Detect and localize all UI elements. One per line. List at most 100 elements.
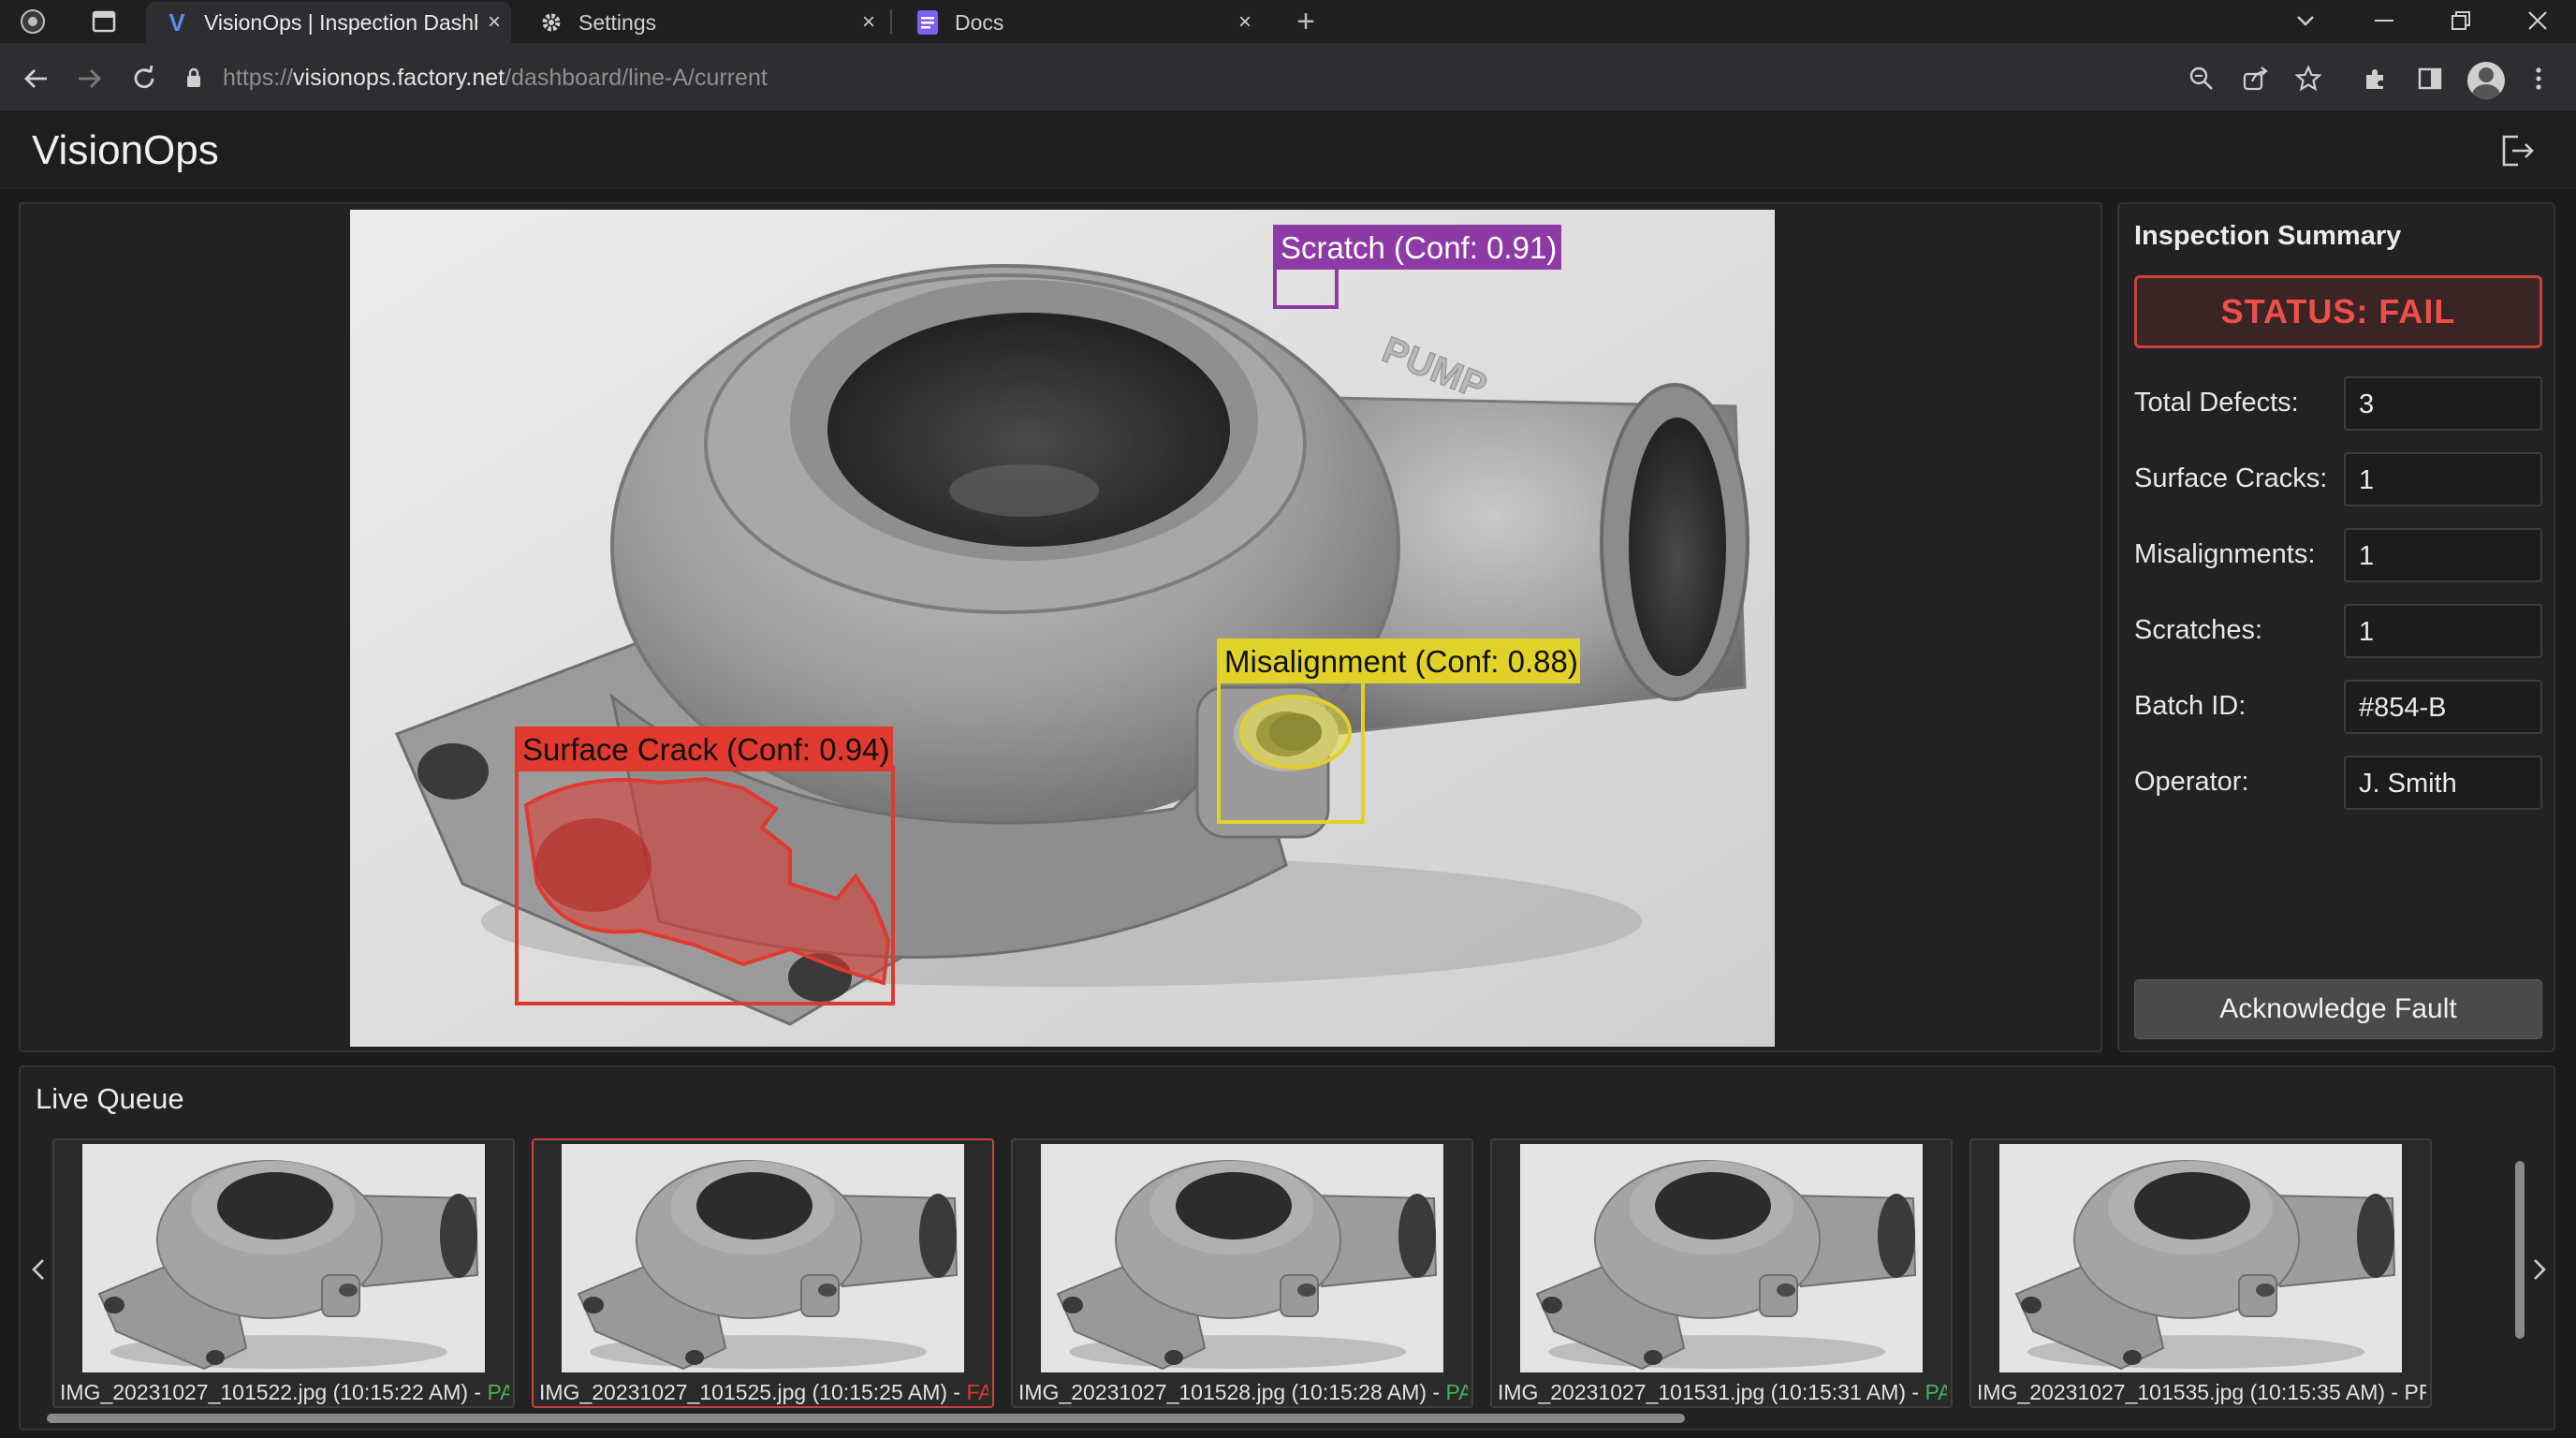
- queue-scroll-left-icon[interactable]: [24, 1251, 52, 1288]
- queue-item-caption: IMG_20231027_101528.jpg (10:15:28 AM) - …: [1018, 1380, 1468, 1405]
- url-field[interactable]: https://visionops.factory.net/dashboard/…: [182, 54, 2241, 101]
- caption-separator: -: [468, 1380, 488, 1404]
- forward-icon[interactable]: [71, 60, 109, 97]
- gear-icon: [537, 8, 565, 37]
- queue-item[interactable]: IMG_20231027_101528.jpg (10:15:28 AM) - …: [1011, 1138, 1473, 1408]
- queue-item-caption: IMG_20231027_101535.jpg (10:15:35 AM) - …: [1977, 1380, 2426, 1405]
- surface-cracks-field[interactable]: 1: [2344, 452, 2542, 506]
- queue-thumbnail: [1520, 1144, 1923, 1372]
- visionops-logo-icon: V: [168, 7, 185, 37]
- tab-docs[interactable]: Docs ×: [897, 2, 1262, 43]
- tab-label: Settings: [578, 9, 657, 35]
- scrollbar-thumb[interactable]: [47, 1414, 1685, 1423]
- share-icon[interactable]: [2237, 60, 2275, 97]
- tab-visionops[interactable]: V VisionOps | Inspection Dashboard ×: [146, 2, 511, 43]
- caption-separator: -: [1906, 1380, 1925, 1404]
- part-thumbnail-image: [1999, 1144, 2402, 1372]
- caption-separator: -: [947, 1380, 967, 1404]
- queue-item-status: PASS: [487, 1380, 510, 1404]
- extensions-icon[interactable]: [2357, 60, 2394, 97]
- queue-item-filename: IMG_20231027_101525.jpg (10:15:25 AM): [539, 1380, 948, 1404]
- total-defects-field[interactable]: 3: [2344, 376, 2542, 431]
- misalignments-field[interactable]: 1: [2344, 528, 2542, 582]
- status-badge: STATUS: FAIL: [2134, 275, 2542, 348]
- row-label: Surface Cracks:: [2134, 463, 2328, 493]
- tab-separator: [890, 9, 892, 34]
- close-tab-icon[interactable]: ×: [1228, 9, 1262, 36]
- profile-avatar[interactable]: [2467, 62, 2505, 99]
- batch-id-field[interactable]: #854-B: [2344, 680, 2542, 734]
- tab-strip: V VisionOps | Inspection Dashboard × Set…: [0, 0, 2576, 43]
- inspection-image[interactable]: PUMP Scratch (Conf: 0.91) Misalignment (…: [350, 210, 1775, 1047]
- row-label: Scratches:: [2134, 615, 2262, 645]
- queue-item[interactable]: IMG_20231027_101531.jpg (10:15:31 AM) - …: [1490, 1138, 1953, 1408]
- back-icon[interactable]: [17, 60, 54, 97]
- scratches-field[interactable]: 1: [2344, 604, 2542, 658]
- zoom-icon[interactable]: [2183, 60, 2220, 97]
- summary-row-total-defects: Total Defects: 3: [2134, 376, 2542, 431]
- queue-item-caption: IMG_20231027_101531.jpg (10:15:31 AM) - …: [1498, 1380, 1947, 1405]
- docs-icon: [914, 8, 942, 37]
- lock-icon[interactable]: [182, 66, 206, 90]
- restore-icon[interactable]: [2428, 0, 2494, 41]
- close-window-icon[interactable]: [2505, 0, 2570, 41]
- browser-menu-dots-icon[interactable]: [2520, 60, 2557, 97]
- queue-item-status: PASS: [1925, 1380, 1948, 1404]
- queue-item-caption: IMG_20231027_101525.jpg (10:15:25 AM) - …: [539, 1380, 988, 1405]
- queue-thumbnail: [82, 1144, 485, 1372]
- queue-item-filename: IMG_20231027_101531.jpg (10:15:31 AM): [1498, 1380, 1907, 1404]
- queue-vertical-scrollbar[interactable]: [2512, 1142, 2525, 1395]
- scrollbar-thumb[interactable]: [2515, 1161, 2525, 1339]
- caption-separator: -: [2385, 1380, 2405, 1404]
- logout-icon[interactable]: [2499, 133, 2540, 170]
- summary-row-surface-cracks: Surface Cracks: 1: [2134, 452, 2542, 506]
- summary-row-batch-id: Batch ID: #854-B: [2134, 680, 2542, 734]
- defect-label-surface-crack: Surface Crack (Conf: 0.94): [522, 732, 890, 767]
- queue-thumbnail: [1041, 1144, 1443, 1372]
- queue-thumbnail: [562, 1144, 964, 1372]
- tab-settings[interactable]: Settings ×: [520, 2, 886, 43]
- close-tab-icon[interactable]: ×: [852, 9, 886, 36]
- bookmark-star-icon[interactable]: [2290, 60, 2327, 97]
- tab-search-icon[interactable]: [2273, 0, 2338, 41]
- close-tab-icon[interactable]: ×: [477, 9, 511, 36]
- queue-item-filename: IMG_20231027_101522.jpg (10:15:22 AM): [60, 1380, 469, 1404]
- summary-row-misalignments: Misalignments: 1: [2134, 528, 2542, 582]
- row-label: Batch ID:: [2134, 691, 2247, 721]
- row-label: Misalignments:: [2134, 539, 2316, 569]
- browser-window: V VisionOps | Inspection Dashboard × Set…: [0, 0, 2576, 1438]
- part-thumbnail-image: [82, 1144, 485, 1372]
- defect-label-scratch: Scratch (Conf: 0.91): [1281, 230, 1557, 265]
- defect-label-misalignment: Misalignment (Conf: 0.88): [1224, 644, 1578, 679]
- tab-overview-icon[interactable]: [88, 7, 120, 37]
- queue-horizontal-scrollbar[interactable]: [34, 1410, 2514, 1425]
- new-tab-icon[interactable]: +: [1290, 4, 1322, 39]
- caption-separator: -: [1427, 1380, 1446, 1404]
- queue-item-status: PROCESSING: [2404, 1380, 2427, 1404]
- queue-item[interactable]: IMG_20231027_101535.jpg (10:15:35 AM) - …: [1969, 1138, 2432, 1408]
- queue-scroll-right-icon[interactable]: [2525, 1251, 2554, 1288]
- side-panel-icon[interactable]: [2411, 60, 2449, 97]
- queue-item-status: FAIL: [966, 1380, 989, 1404]
- acknowledge-fault-button[interactable]: Acknowledge Fault: [2134, 979, 2542, 1039]
- queue-item[interactable]: IMG_20231027_101522.jpg (10:15:22 AM) - …: [52, 1138, 515, 1408]
- tab-label: VisionOps | Inspection Dashboard: [204, 9, 477, 35]
- part-thumbnail-image: [1520, 1144, 1923, 1372]
- live-queue-title: Live Queue: [36, 1082, 184, 1115]
- queue-thumbnail: [1999, 1144, 2402, 1372]
- browser-menu-icon[interactable]: [17, 7, 49, 37]
- queue-item[interactable]: IMG_20231027_101525.jpg (10:15:25 AM) - …: [532, 1138, 994, 1408]
- minimize-icon[interactable]: [2351, 0, 2417, 41]
- url-host: visionops.factory.net: [293, 64, 505, 91]
- tab-label: Docs: [955, 9, 1004, 35]
- operator-field[interactable]: J. Smith: [2344, 756, 2542, 810]
- reload-icon[interactable]: [125, 60, 163, 97]
- row-label: Total Defects:: [2134, 388, 2299, 418]
- inspection-viewer: PUMP Scratch (Conf: 0.91) Misalignment (…: [19, 202, 2102, 1052]
- url-path: /dashboard/line-A/current: [505, 64, 768, 91]
- queue-item-caption: IMG_20231027_101522.jpg (10:15:22 AM) - …: [60, 1380, 509, 1405]
- queue-item-filename: IMG_20231027_101528.jpg (10:15:28 AM): [1018, 1380, 1427, 1404]
- app-header: VisionOps: [0, 112, 2576, 189]
- row-label: Operator:: [2134, 767, 2249, 797]
- queue-item-filename: IMG_20231027_101535.jpg (10:15:35 AM): [1977, 1380, 2386, 1404]
